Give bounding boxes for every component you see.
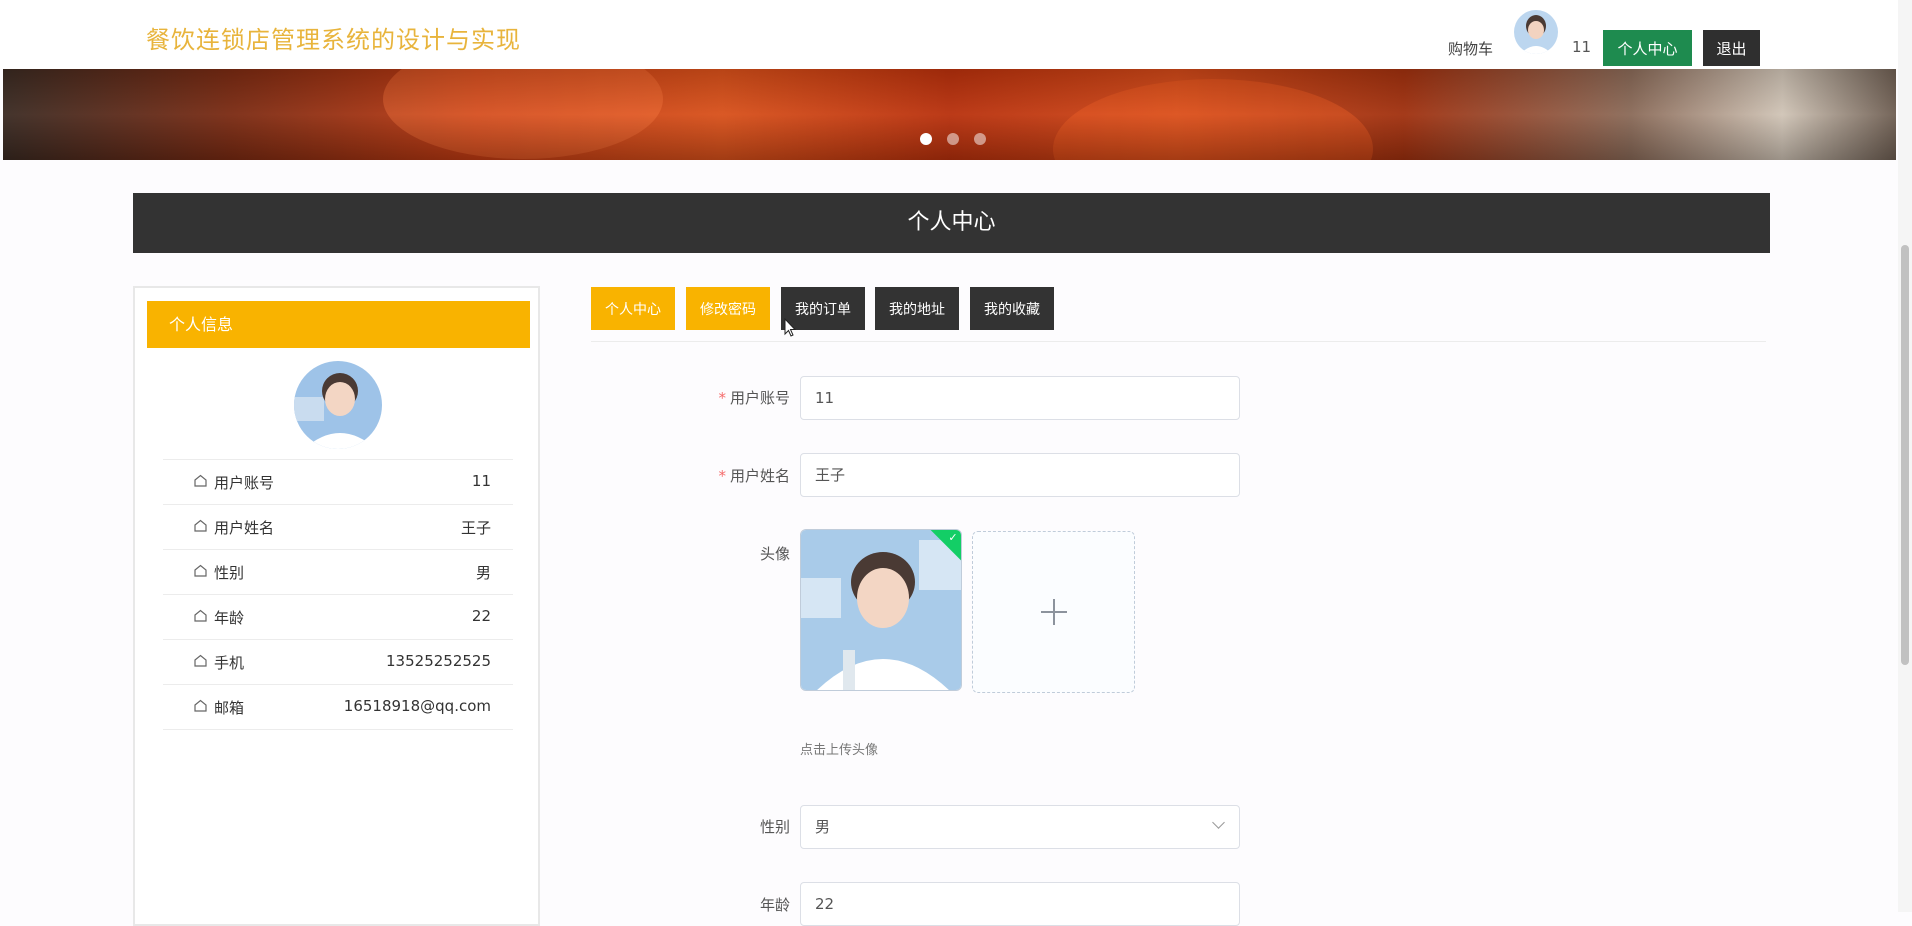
info-value: 王子 bbox=[460, 519, 491, 537]
info-label: 年龄 bbox=[214, 609, 245, 627]
info-value: 男 bbox=[475, 564, 491, 582]
mouse-cursor-icon bbox=[784, 318, 796, 337]
info-row-email: 邮箱 16518918@qq.com bbox=[163, 684, 513, 730]
home-icon bbox=[194, 519, 207, 532]
user-avatar[interactable] bbox=[1514, 10, 1558, 54]
name-input[interactable]: 王子 bbox=[800, 453, 1240, 497]
uploaded-avatar-thumb[interactable]: ✓ bbox=[800, 529, 962, 691]
tab-change-password[interactable]: 修改密码 bbox=[686, 287, 770, 330]
personal-center-button[interactable]: 个人中心 bbox=[1603, 30, 1692, 66]
account-input[interactable]: 11 bbox=[800, 376, 1240, 420]
gender-label: 性别 bbox=[759, 818, 790, 836]
info-value: 16518918@qq.com bbox=[343, 697, 491, 715]
info-label: 邮箱 bbox=[214, 699, 245, 717]
info-label: 手机 bbox=[214, 654, 245, 672]
section-title: 个人中心 bbox=[133, 193, 1770, 253]
panel-title: 个人信息 bbox=[147, 301, 530, 348]
site-title[interactable]: 餐饮连锁店管理系统的设计与实现 bbox=[146, 20, 521, 55]
avatar-upload-button[interactable] bbox=[972, 531, 1135, 693]
required-mark: * bbox=[718, 389, 726, 407]
tab-my-address[interactable]: 我的地址 bbox=[875, 287, 959, 330]
info-row-account: 用户账号 11 bbox=[163, 459, 513, 504]
info-label: 用户账号 bbox=[214, 474, 275, 492]
name-label: * 用户姓名 bbox=[718, 467, 790, 485]
avatar-label: 头像 bbox=[759, 545, 790, 563]
top-header: 餐饮连锁店管理系统的设计与实现 购物车 11 个人中心 退出 bbox=[0, 0, 1912, 69]
profile-avatar bbox=[294, 361, 382, 449]
profile-info-list: 用户账号 11 用户姓名 王子 性别 男 年龄 22 手机 1352525252… bbox=[163, 459, 513, 730]
cart-link[interactable]: 购物车 bbox=[1448, 38, 1493, 59]
info-row-name: 用户姓名 王子 bbox=[163, 504, 513, 549]
top-username: 11 bbox=[1572, 38, 1592, 56]
tab-my-favorites[interactable]: 我的收藏 bbox=[970, 287, 1054, 330]
carousel-dots bbox=[920, 130, 996, 149]
required-mark: * bbox=[718, 467, 726, 485]
home-icon bbox=[194, 609, 207, 622]
info-label: 用户姓名 bbox=[214, 519, 275, 537]
carousel-dot[interactable] bbox=[974, 133, 987, 145]
tab-personal-center[interactable]: 个人中心 bbox=[591, 287, 675, 330]
page-scrollbar[interactable] bbox=[1898, 0, 1912, 912]
scrollbar-thumb[interactable] bbox=[1901, 245, 1909, 665]
info-value: 13525252525 bbox=[386, 652, 491, 670]
carousel-dot[interactable] bbox=[947, 133, 960, 145]
home-icon bbox=[194, 474, 207, 487]
profile-panel: 个人信息 用户账号 11 用户姓名 王子 性别 男 年龄 22 手机 13525… bbox=[133, 286, 540, 926]
info-value: 22 bbox=[471, 607, 491, 625]
info-row-age: 年龄 22 bbox=[163, 594, 513, 639]
home-icon bbox=[194, 654, 207, 667]
info-row-gender: 性别 男 bbox=[163, 549, 513, 594]
tab-divider bbox=[591, 341, 1766, 342]
logout-button[interactable]: 退出 bbox=[1703, 30, 1760, 66]
home-icon bbox=[194, 699, 207, 712]
info-value: 11 bbox=[471, 472, 491, 490]
info-row-phone: 手机 13525252525 bbox=[163, 639, 513, 684]
account-label: * 用户账号 bbox=[718, 389, 790, 407]
gender-select[interactable]: 男 bbox=[800, 805, 1240, 849]
home-icon bbox=[194, 564, 207, 577]
info-label: 性别 bbox=[214, 564, 245, 582]
age-input[interactable]: 22 bbox=[800, 882, 1240, 926]
carousel-dot[interactable] bbox=[920, 133, 932, 145]
upload-hint: 点击上传头像 bbox=[800, 743, 879, 758]
plus-icon bbox=[1053, 599, 1055, 625]
